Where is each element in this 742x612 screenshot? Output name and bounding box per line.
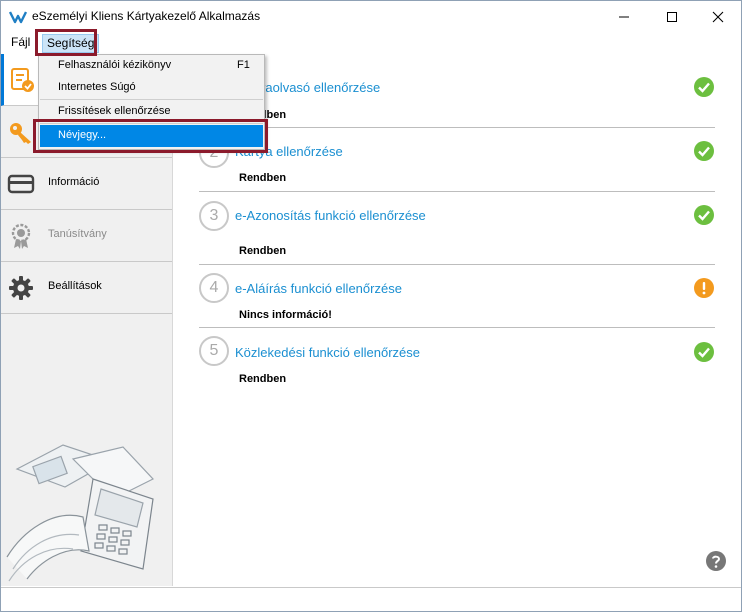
card-reader-illustration bbox=[6, 444, 154, 582]
sidebar-item-label: Információ bbox=[48, 176, 100, 188]
step-title[interactable]: Közlekedési funkció ellenőrzése bbox=[235, 345, 420, 360]
minimize-button[interactable] bbox=[601, 1, 647, 32]
certificate-icon bbox=[11, 223, 31, 249]
menu-item-label: Névjegy... bbox=[58, 129, 107, 141]
app-window: eSzemélyi Kliens Kártyakezelő Alkalmazás… bbox=[0, 0, 742, 612]
close-button[interactable] bbox=[695, 1, 741, 32]
step-status: Nincs információ! bbox=[239, 309, 332, 321]
help-dropdown-menu: Felhasználói kézikönyv F1 Internetes Súg… bbox=[38, 54, 265, 150]
gear-icon bbox=[9, 276, 33, 300]
check-row: 1 Kártyaolvasó ellenőrzése Rendben bbox=[199, 54, 715, 128]
step-number: 4 bbox=[199, 273, 229, 303]
check-ok-icon bbox=[694, 342, 714, 362]
menu-separator bbox=[40, 123, 263, 124]
menu-item-label: Internetes Súgó bbox=[58, 81, 136, 93]
title-bar: eSzemélyi Kliens Kártyakezelő Alkalmazás bbox=[1, 1, 741, 32]
check-ok-icon bbox=[694, 205, 714, 225]
warning-icon bbox=[694, 278, 714, 298]
menu-item-label: Felhasználói kézikönyv bbox=[58, 59, 172, 71]
check-row: 3 e-Azonosítás funkció ellenőrzése Rendb… bbox=[199, 192, 715, 265]
key-icon bbox=[10, 123, 31, 144]
menu-separator bbox=[40, 99, 263, 100]
menu-help[interactable]: Segítség bbox=[42, 34, 100, 53]
menu-bar: Fájl Segítség bbox=[1, 32, 741, 54]
close-icon bbox=[712, 11, 724, 22]
step-number: 3 bbox=[199, 201, 229, 231]
check-row: 5 Közlekedési funkció ellenőrzése Rendbe… bbox=[199, 328, 715, 390]
window-title: eSzemélyi Kliens Kártyakezelő Alkalmazás bbox=[32, 9, 261, 23]
status-bar bbox=[1, 587, 741, 611]
menu-file[interactable]: Fájl bbox=[11, 35, 30, 49]
menu-item-label: Frissítések ellenőrzése bbox=[58, 105, 171, 117]
sidebar-item-information[interactable]: Információ bbox=[1, 158, 172, 210]
step-title[interactable]: e-Aláírás funkció ellenőrzése bbox=[235, 281, 402, 296]
app-logo-icon bbox=[9, 11, 27, 24]
step-status: Rendben bbox=[239, 373, 287, 385]
check-row: 4 e-Aláírás funkció ellenőrzése Nincs in… bbox=[199, 265, 715, 328]
check-ok-icon bbox=[694, 141, 714, 161]
sidebar-item-settings[interactable]: Beállítások bbox=[1, 262, 172, 314]
minimize-icon bbox=[619, 16, 629, 17]
step-title[interactable]: e-Azonosítás funkció ellenőrzése bbox=[235, 208, 426, 223]
sidebar-item-label: Beállítások bbox=[48, 280, 102, 292]
menu-item-online-help[interactable]: Internetes Súgó bbox=[40, 77, 263, 99]
maximize-button[interactable] bbox=[649, 1, 695, 32]
step-number: 5 bbox=[199, 336, 229, 366]
step-status: Rendben bbox=[239, 172, 287, 184]
step-status: Rendben bbox=[239, 245, 287, 257]
sidebar-item-label: Tanúsítvány bbox=[48, 228, 107, 240]
menu-item-check-updates[interactable]: Frissítések ellenőrzése bbox=[40, 101, 263, 123]
check-row: 2 Kártya ellenőrzése Rendben bbox=[199, 128, 715, 192]
sidebar-item-certificate[interactable]: Tanúsítvány bbox=[1, 210, 172, 262]
menu-item-about[interactable]: Névjegy... bbox=[40, 125, 263, 147]
check-ok-icon bbox=[694, 77, 714, 97]
help-icon[interactable] bbox=[706, 551, 726, 571]
checklist-icon bbox=[11, 68, 34, 92]
maximize-icon bbox=[667, 11, 677, 22]
card-icon bbox=[7, 174, 35, 194]
menu-item-shortcut: F1 bbox=[237, 59, 250, 71]
menu-item-user-manual[interactable]: Felhasználói kézikönyv F1 bbox=[40, 55, 263, 77]
